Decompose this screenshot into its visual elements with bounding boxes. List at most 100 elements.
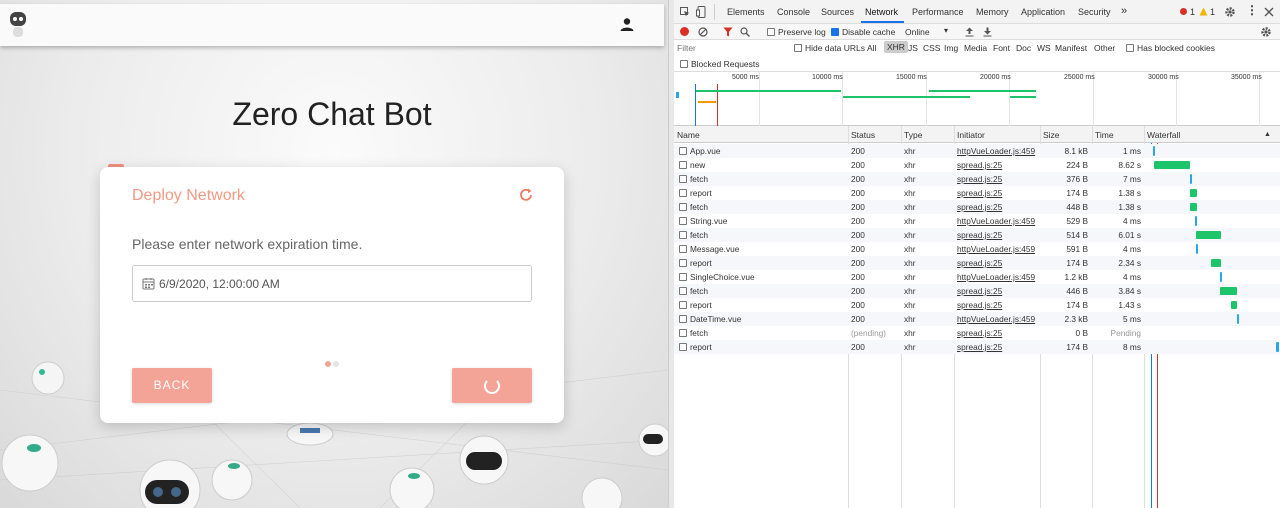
waterfall-bar[interactable] <box>1190 189 1197 197</box>
column-time[interactable]: Time <box>1095 130 1114 140</box>
submit-button[interactable] <box>452 368 532 403</box>
tab-performance[interactable]: Performance <box>912 7 964 17</box>
column-initiator[interactable]: Initiator <box>957 130 985 140</box>
request-initiator[interactable]: spread.js:25 <box>957 230 1002 240</box>
request-initiator[interactable]: spread.js:25 <box>957 160 1002 170</box>
request-initiator[interactable]: httpVueLoader.js:459 <box>957 314 1035 324</box>
table-row[interactable]: fetch 200 xhr spread.js:25 448 B 1.38 s <box>674 200 1280 214</box>
waterfall-bar[interactable] <box>1231 301 1237 309</box>
type-filter-manifest[interactable]: Manifest <box>1055 43 1087 53</box>
request-initiator[interactable]: spread.js:25 <box>957 342 1002 352</box>
sort-up-icon[interactable]: ▲ <box>1264 131 1271 138</box>
waterfall-bar[interactable] <box>1190 174 1192 184</box>
type-filter-doc[interactable]: Doc <box>1016 43 1031 53</box>
upload-icon[interactable] <box>965 27 974 37</box>
waterfall-bar[interactable] <box>1195 216 1197 226</box>
download-icon[interactable] <box>983 27 992 37</box>
robot-logo-icon[interactable] <box>8 10 28 40</box>
column-name[interactable]: Name <box>677 130 700 140</box>
waterfall-bar[interactable] <box>1220 272 1222 282</box>
clear-icon[interactable] <box>698 27 708 37</box>
blocked-requests-checkbox[interactable] <box>680 60 688 68</box>
request-initiator[interactable]: httpVueLoader.js:459 <box>957 272 1035 282</box>
waterfall-bar[interactable] <box>1211 259 1221 267</box>
chevron-down-icon[interactable]: ▾ <box>944 26 948 35</box>
hide-data-urls-checkbox[interactable] <box>794 44 802 52</box>
tab-application[interactable]: Application <box>1021 7 1065 17</box>
table-row[interactable]: DateTime.vue 200 xhr httpVueLoader.js:459 2.… <box>674 312 1280 326</box>
inspect-element-icon[interactable] <box>680 7 690 17</box>
request-initiator[interactable]: spread.js:25 <box>957 300 1002 310</box>
record-icon[interactable] <box>680 27 689 36</box>
network-settings-icon[interactable] <box>1260 26 1272 38</box>
warning-count[interactable]: 1 <box>1210 7 1215 17</box>
waterfall-bar[interactable] <box>1154 161 1190 169</box>
request-initiator[interactable]: httpVueLoader.js:459 <box>957 216 1035 226</box>
expiration-date-field[interactable] <box>132 265 532 302</box>
table-row[interactable]: report 200 xhr spread.js:25 174 B 1.43 s <box>674 298 1280 312</box>
table-row[interactable]: fetch 200 xhr spread.js:25 376 B 7 ms <box>674 172 1280 186</box>
filter-icon[interactable] <box>723 27 733 37</box>
request-initiator[interactable]: spread.js:25 <box>957 174 1002 184</box>
table-row[interactable]: report 200 xhr spread.js:25 174 B 1.38 s <box>674 186 1280 200</box>
request-initiator[interactable]: spread.js:25 <box>957 258 1002 268</box>
person-icon[interactable] <box>618 16 636 34</box>
tab-security[interactable]: Security <box>1078 7 1111 17</box>
type-filter-css[interactable]: CSS <box>923 43 940 53</box>
type-filter-xhr[interactable]: XHR <box>884 41 908 53</box>
type-filter-ws[interactable]: WS <box>1037 43 1051 53</box>
error-count[interactable]: 1 <box>1190 7 1195 17</box>
settings-gear-icon[interactable] <box>1224 6 1236 18</box>
request-initiator[interactable]: spread.js:25 <box>957 188 1002 198</box>
tab-elements[interactable]: Elements <box>727 7 765 17</box>
expiration-date-input[interactable] <box>159 277 519 291</box>
more-options-icon[interactable]: ⋮ <box>1246 3 1258 17</box>
tab-network[interactable]: Network <box>865 7 898 17</box>
type-filter-media[interactable]: Media <box>964 43 987 53</box>
tab-memory[interactable]: Memory <box>976 7 1009 17</box>
filter-input[interactable] <box>677 42 785 54</box>
back-button[interactable]: BACK <box>132 368 212 403</box>
tab-sources[interactable]: Sources <box>821 7 854 17</box>
column-waterfall[interactable]: Waterfall <box>1147 130 1180 140</box>
preserve-log-checkbox[interactable] <box>767 28 775 36</box>
refresh-icon[interactable] <box>518 187 534 203</box>
table-row[interactable]: App.vue 200 xhr httpVueLoader.js:459 8.1 kB 1… <box>674 144 1280 158</box>
request-initiator[interactable]: spread.js:25 <box>957 286 1002 296</box>
request-initiator[interactable]: httpVueLoader.js:459 <box>957 244 1035 254</box>
waterfall-bar[interactable] <box>1153 146 1155 156</box>
table-row[interactable]: report 200 xhr spread.js:25 174 B 8 ms <box>674 340 1280 354</box>
waterfall-bar[interactable] <box>1196 244 1198 254</box>
waterfall-bar[interactable] <box>1276 342 1279 352</box>
waterfall-bar[interactable] <box>1220 287 1237 295</box>
more-tabs-button[interactable]: » <box>1121 5 1127 17</box>
table-row[interactable]: fetch 200 xhr spread.js:25 514 B 6.01 s <box>674 228 1280 242</box>
column-type[interactable]: Type <box>904 130 922 140</box>
device-toolbar-icon[interactable] <box>696 6 706 18</box>
table-row[interactable]: new 200 xhr spread.js:25 224 B 8.62 s <box>674 158 1280 172</box>
type-filter-font[interactable]: Font <box>993 43 1010 53</box>
request-initiator[interactable]: httpVueLoader.js:459 <box>957 146 1035 156</box>
waterfall-bar[interactable] <box>1190 203 1197 211</box>
column-size[interactable]: Size <box>1043 130 1060 140</box>
request-initiator[interactable]: spread.js:25 <box>957 328 1002 338</box>
has-blocked-cookies-checkbox[interactable] <box>1126 44 1134 52</box>
tab-console[interactable]: Console <box>777 7 810 17</box>
waterfall-bar[interactable] <box>1196 231 1221 239</box>
table-row[interactable]: report 200 xhr spread.js:25 174 B 2.34 s <box>674 256 1280 270</box>
type-filter-all[interactable]: All <box>867 43 876 53</box>
type-filter-other[interactable]: Other <box>1094 43 1115 53</box>
type-filter-js[interactable]: JS <box>908 43 918 53</box>
throttling-select[interactable]: Online <box>905 27 930 37</box>
table-row[interactable]: SingleChoice.vue 200 xhr httpVueLoader.js:4… <box>674 270 1280 284</box>
table-row[interactable]: String.vue 200 xhr httpVueLoader.js:459 529 … <box>674 214 1280 228</box>
table-row[interactable]: fetch (pending) xhr spread.js:25 0 B Pending <box>674 326 1280 340</box>
search-icon[interactable] <box>740 27 750 37</box>
close-icon[interactable] <box>1264 7 1274 17</box>
waterfall-bar[interactable] <box>1237 314 1239 324</box>
request-initiator[interactable]: spread.js:25 <box>957 202 1002 212</box>
column-status[interactable]: Status <box>851 130 875 140</box>
network-overview[interactable] <box>674 72 1280 126</box>
type-filter-img[interactable]: Img <box>944 43 958 53</box>
table-row[interactable]: Message.vue 200 xhr httpVueLoader.js:459 591… <box>674 242 1280 256</box>
